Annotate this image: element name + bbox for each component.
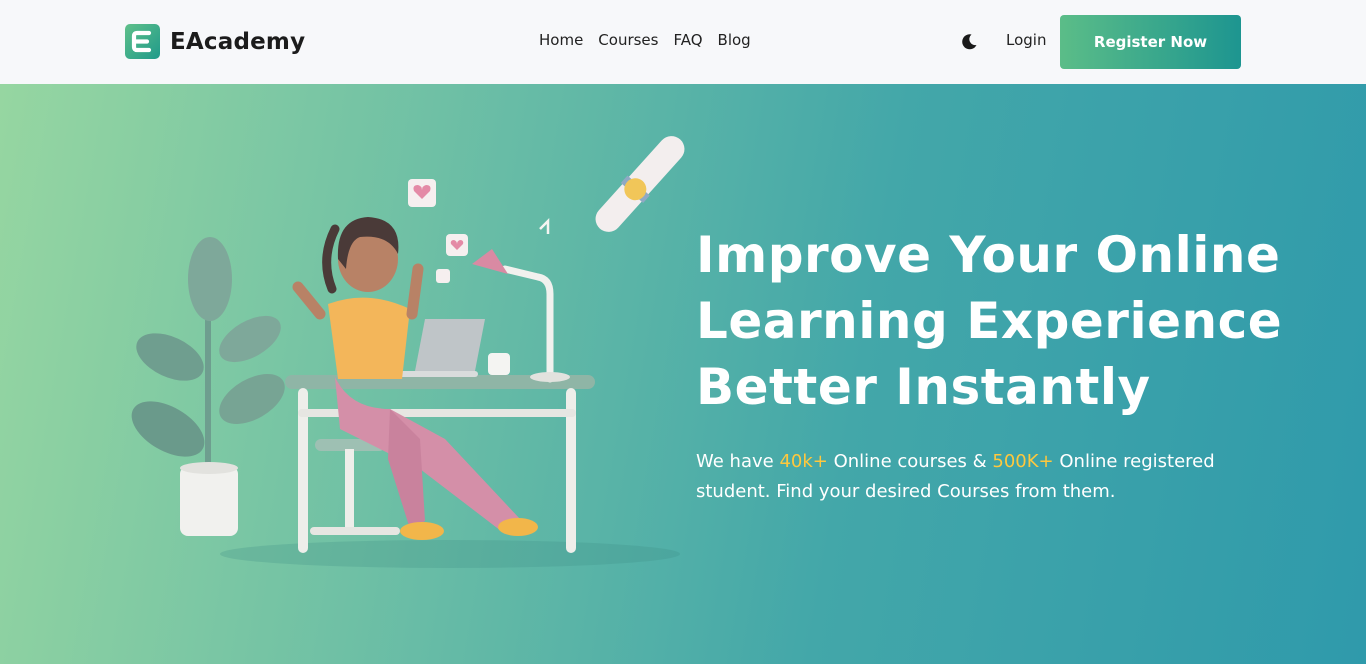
- desc-text: We have: [696, 451, 780, 472]
- lamp-icon: [472, 249, 570, 383]
- login-link[interactable]: Login: [1006, 31, 1046, 49]
- hero-title-line: Better Instantly: [696, 358, 1151, 416]
- nav-link-blog[interactable]: Blog: [718, 31, 751, 49]
- moon-icon[interactable]: [960, 33, 978, 51]
- brand-name: EAcademy: [170, 28, 306, 55]
- hero-title-line: Improve Your Online: [696, 226, 1281, 284]
- heart-card-icon: [436, 269, 450, 283]
- nav-link-faq[interactable]: FAQ: [673, 31, 702, 49]
- brand-logo[interactable]: EAcademy: [125, 24, 305, 59]
- nav-link-courses[interactable]: Courses: [598, 31, 658, 49]
- e-letter-logo-icon: [125, 24, 160, 59]
- main-nav: Home Courses FAQ Blog: [539, 31, 751, 49]
- student-desk-illustration: [131, 136, 685, 568]
- music-note-icon: [539, 217, 550, 234]
- register-now-button[interactable]: Register Now: [1060, 15, 1241, 69]
- courses-count: 40k+: [779, 451, 828, 472]
- nav-link-home[interactable]: Home: [539, 31, 583, 49]
- hero-section: Improve Your Online Learning Experience …: [0, 84, 1366, 664]
- mug-icon: [488, 353, 510, 375]
- desc-text: Online courses &: [827, 451, 993, 472]
- site-header: EAcademy Home Courses FAQ Blog Login Reg…: [0, 0, 1366, 84]
- plant-icon: [131, 237, 285, 536]
- diploma-scroll-icon: [595, 136, 685, 232]
- hero-title-line: Learning Experience: [696, 292, 1283, 350]
- chair-icon: [310, 439, 400, 535]
- students-count: 500K+: [992, 451, 1054, 472]
- hero-description: We have 40k+ Online courses & 500K+ Onli…: [696, 447, 1256, 507]
- hero-title: Improve Your Online Learning Experience …: [696, 222, 1296, 420]
